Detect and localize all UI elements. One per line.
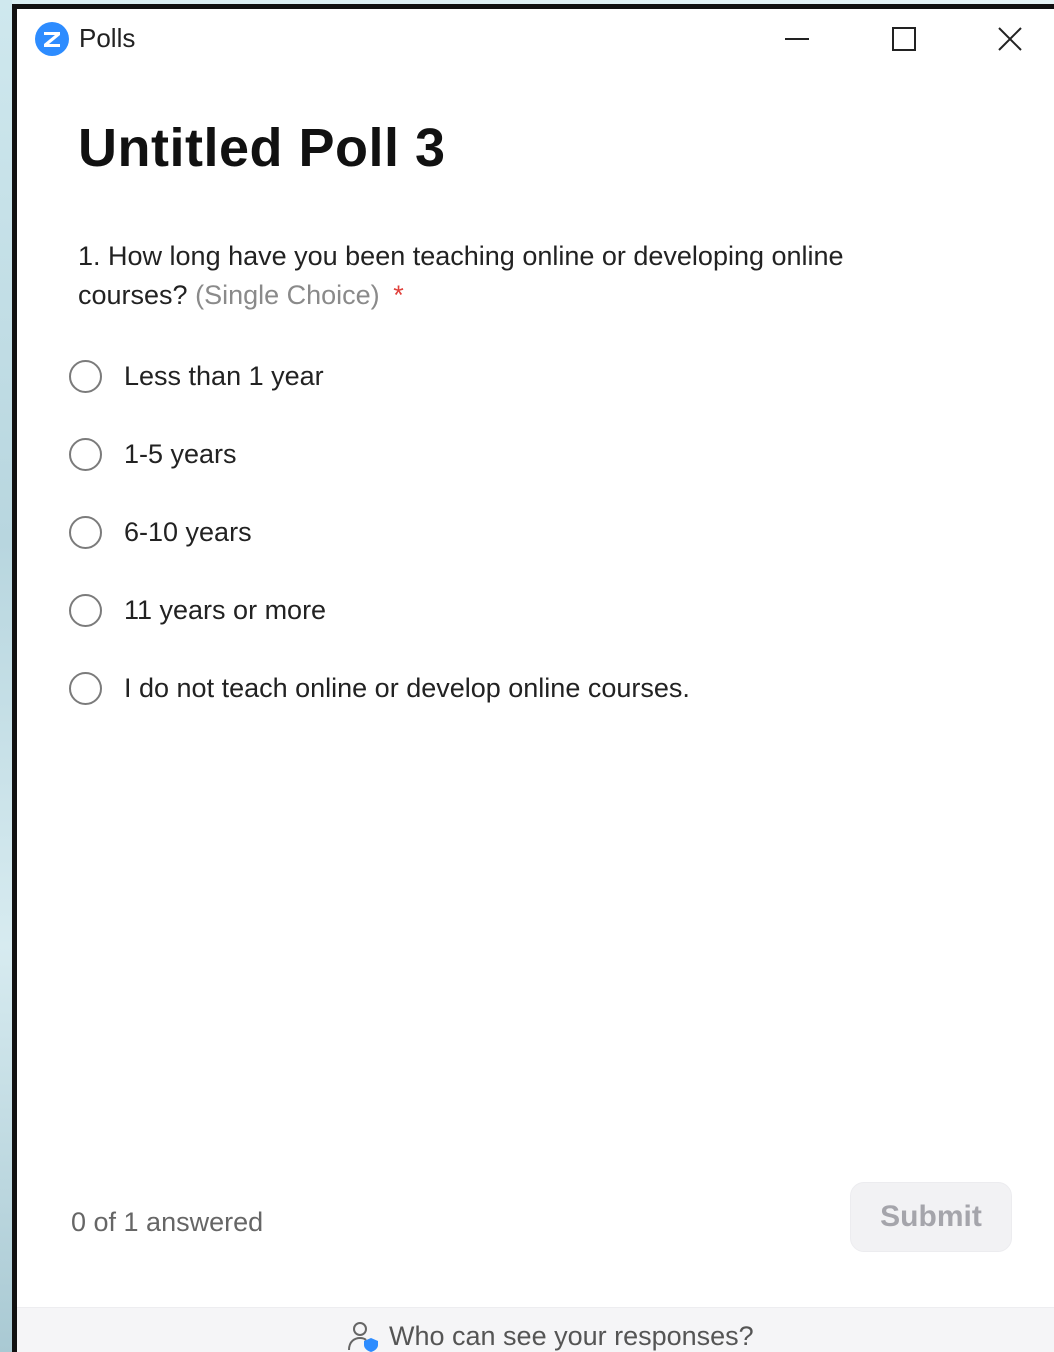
minimize-button[interactable] [772,17,822,61]
submit-button[interactable]: Submit [850,1182,1012,1252]
option-label: I do not teach online or develop online … [124,672,690,703]
option-1-5-years[interactable]: 1-5 years [69,433,690,475]
privacy-link-text: Who can see your responses? [389,1320,754,1351]
close-icon [998,27,1022,51]
answer-options: Less than 1 year 1-5 years 6-10 years 11… [69,355,690,745]
who-can-see-responses-link[interactable]: Who can see your responses? [347,1320,754,1352]
option-label: 6-10 years [124,516,252,547]
option-label: 1-5 years [124,438,237,469]
zoom-logo-icon [35,22,69,56]
radio-button[interactable] [69,515,102,549]
polls-window: Polls Untitled Poll 3 1. How long have y… [12,4,1054,1352]
question-type-hint: (Single Choice) [195,280,380,310]
option-do-not-teach-online[interactable]: I do not teach online or develop online … [69,667,690,709]
option-11-years-or-more[interactable]: 11 years or more [69,589,690,631]
window-title: Polls [79,23,136,53]
privacy-footer: Who can see your responses? [17,1307,1054,1352]
question-text: 1. How long have you been teaching onlin… [78,241,844,310]
radio-button[interactable] [69,359,102,393]
option-label: Less than 1 year [124,360,324,391]
radio-button[interactable] [69,437,102,471]
desktop-background [0,0,12,1352]
maximize-icon [892,27,916,51]
minimize-icon [785,38,809,40]
option-label: 11 years or more [124,594,327,625]
maximize-button[interactable] [879,17,929,61]
radio-button[interactable] [69,671,102,705]
title-bar: Polls [17,9,1054,69]
required-marker: * [393,280,404,310]
close-button[interactable] [985,17,1035,61]
poll-title: Untitled Poll 3 [78,118,446,178]
user-shield-icon [348,1322,378,1352]
question-1: 1. How long have you been teaching onlin… [78,237,958,315]
option-less-than-1-year[interactable]: Less than 1 year [69,355,690,397]
answered-status: 0 of 1 answered [71,1207,264,1237]
radio-button[interactable] [69,593,102,627]
option-6-10-years[interactable]: 6-10 years [69,511,690,553]
